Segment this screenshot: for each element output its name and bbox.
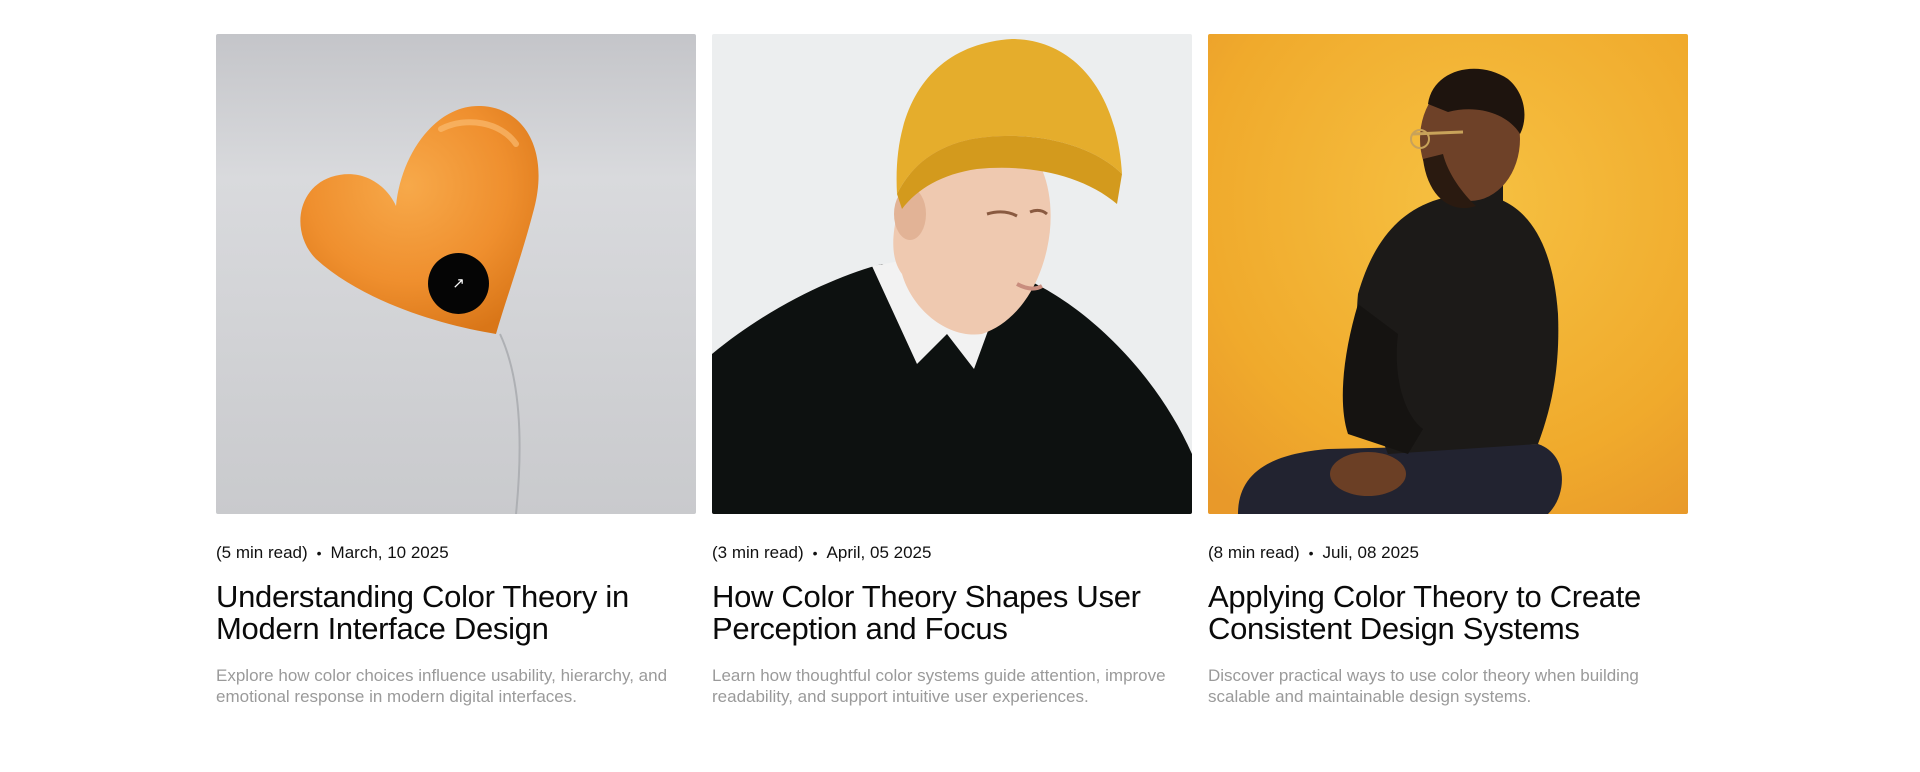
post-title[interactable]: Understanding Color Theory in Modern Int… — [216, 581, 696, 645]
post-date: April, 05 2025 — [826, 543, 932, 562]
post-meta: (3 min read) • April, 05 2025 — [712, 543, 1192, 563]
meta-separator: • — [316, 545, 322, 561]
man-seated-yellow-image — [1208, 34, 1688, 514]
post-title[interactable]: How Color Theory Shapes User Perception … — [712, 581, 1192, 645]
post-card[interactable]: (8 min read) • Juli, 08 2025 Applying Co… — [1208, 34, 1688, 707]
meta-separator: • — [1308, 545, 1314, 561]
post-card[interactable]: ↗ (5 min read) • March, 10 2025 Understa… — [216, 34, 696, 707]
read-time: (5 min read) — [216, 543, 308, 562]
man-yellow-beanie-image — [712, 34, 1192, 514]
post-image[interactable] — [712, 34, 1192, 514]
post-image[interactable] — [1208, 34, 1688, 514]
post-meta: (5 min read) • March, 10 2025 — [216, 543, 696, 563]
open-post-button[interactable]: ↗ — [428, 253, 489, 314]
post-description: Explore how color choices influence usab… — [216, 666, 668, 706]
post-meta: (8 min read) • Juli, 08 2025 — [1208, 543, 1688, 563]
post-description: Learn how thoughtful color systems guide… — [712, 666, 1166, 706]
post-image[interactable]: ↗ — [216, 34, 696, 514]
post-date: March, 10 2025 — [330, 543, 449, 562]
arrow-up-right-icon: ↗ — [452, 275, 465, 292]
read-time: (8 min read) — [1208, 543, 1300, 562]
post-title[interactable]: Applying Color Theory to Create Consiste… — [1208, 581, 1688, 645]
blog-post-grid: ↗ (5 min read) • March, 10 2025 Understa… — [216, 34, 1688, 707]
post-card[interactable]: (3 min read) • April, 05 2025 How Color … — [712, 34, 1192, 707]
meta-separator: • — [812, 545, 818, 561]
post-date: Juli, 08 2025 — [1322, 543, 1419, 562]
read-time: (3 min read) — [712, 543, 804, 562]
post-description: Discover practical ways to use color the… — [1208, 666, 1639, 706]
